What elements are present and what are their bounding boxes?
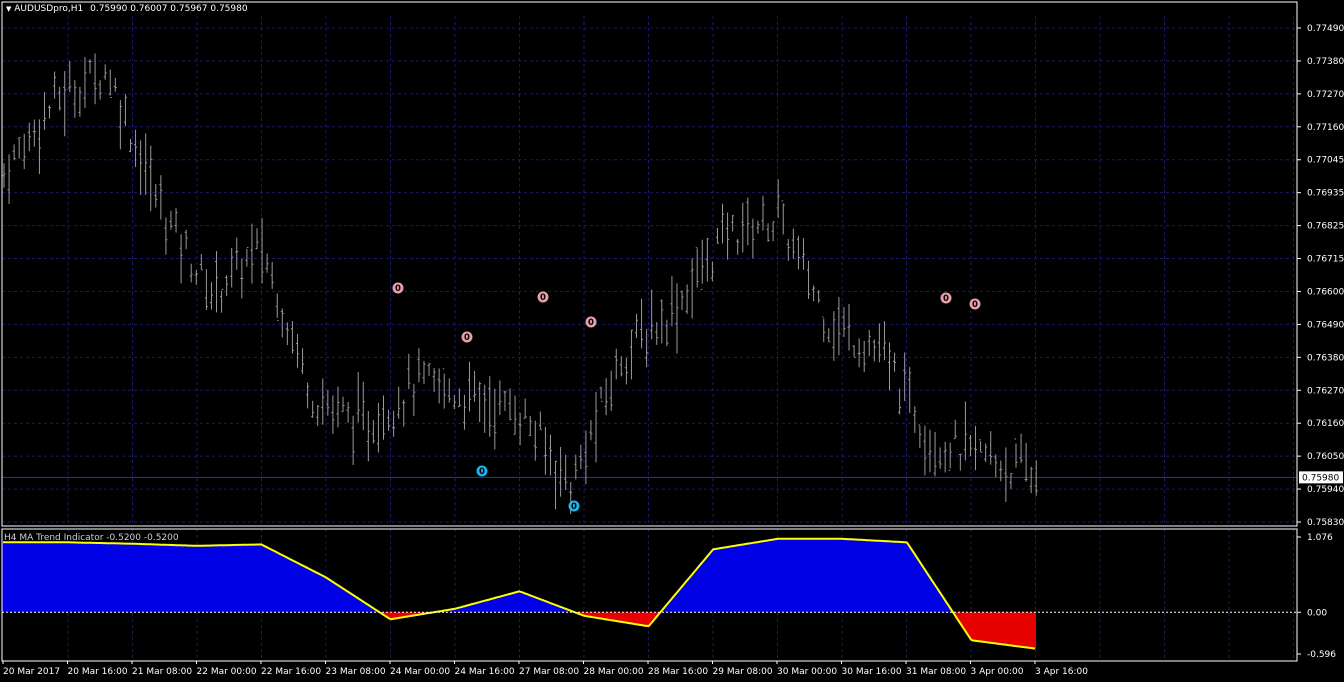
price-tick-label: 0.77380 — [1307, 57, 1344, 67]
fractal-marker-label: 0 — [540, 293, 546, 303]
ohlc-values: 0.75990 0.76007 0.75967 0.75980 — [90, 4, 248, 14]
price-tick-label: 0.76160 — [1307, 419, 1344, 429]
price-tick-label: 0.77490 — [1307, 24, 1344, 34]
time-tick-label: 20 Mar 16:00 — [68, 667, 128, 677]
indicator-tick-label: 0.00 — [1307, 608, 1327, 618]
indicator-label: H4 MA Trend Indicator -0.5200 -0.5200 — [4, 533, 179, 543]
current-price-label: 0.75980 — [1302, 473, 1339, 483]
price-tick-label: 0.76825 — [1307, 222, 1344, 232]
price-tick-label: 0.76490 — [1307, 320, 1344, 330]
price-tick-label: 0.77270 — [1307, 90, 1344, 100]
indicator-tick-label: 1.076 — [1307, 533, 1333, 543]
trading-chart[interactable]: 0 0 0 0 0 0 0 0 0.77490 0.77380 0.77270 0.77160 0.7… — [0, 0, 1344, 682]
time-tick-label: 29 Mar 08:00 — [713, 667, 773, 677]
fractal-marker-label: 0 — [464, 333, 470, 343]
price-tick-label: 0.76380 — [1307, 353, 1344, 363]
price-tick-label: 0.75940 — [1307, 485, 1344, 495]
price-tick-label: 0.77160 — [1307, 123, 1344, 133]
time-tick-label: 3 Apr 16:00 — [1035, 667, 1088, 677]
fractal-marker-label: 0 — [479, 467, 485, 477]
time-tick-label: 21 Mar 08:00 — [132, 667, 192, 677]
time-tick-label: 28 Mar 00:00 — [584, 667, 644, 677]
price-tick-label: 0.76050 — [1307, 452, 1344, 462]
time-tick-label: 28 Mar 16:00 — [648, 667, 708, 677]
price-tick-label: 0.76270 — [1307, 386, 1344, 396]
fractal-marker-label: 0 — [972, 300, 978, 310]
fractal-marker-label: 0 — [588, 318, 594, 328]
chart-menu-triangle-icon[interactable]: ▼ — [6, 5, 11, 13]
indicator-tick-label: -0.596 — [1307, 650, 1336, 660]
price-tick-label: 0.76935 — [1307, 189, 1344, 199]
chart-header: ▼ AUDUSDpro,H1 0.75990 0.76007 0.75967 0… — [6, 4, 248, 14]
price-tick-label: 0.77045 — [1307, 156, 1344, 166]
price-tick-label: 0.76600 — [1307, 287, 1344, 297]
fractal-marker-label: 0 — [395, 284, 401, 294]
symbol-label: AUDUSDpro,H1 — [14, 4, 84, 14]
time-tick-label: 3 Apr 00:00 — [971, 667, 1024, 677]
time-tick-label: 30 Mar 16:00 — [842, 667, 902, 677]
fractal-marker-label: 0 — [571, 502, 577, 512]
price-tick-label: 0.76715 — [1307, 255, 1344, 265]
time-tick-label: 30 Mar 00:00 — [777, 667, 837, 677]
time-tick-label: 23 Mar 08:00 — [326, 667, 386, 677]
price-tick-label: 0.75830 — [1307, 518, 1344, 528]
time-tick-label: 31 Mar 08:00 — [906, 667, 966, 677]
time-tick-label: 24 Mar 16:00 — [455, 667, 515, 677]
time-tick-label: 22 Mar 16:00 — [261, 667, 321, 677]
time-tick-label: 24 Mar 00:00 — [390, 667, 450, 677]
time-tick-label: 27 Mar 08:00 — [519, 667, 579, 677]
time-tick-label: 22 Mar 00:00 — [197, 667, 257, 677]
fractal-marker-label: 0 — [943, 294, 949, 304]
time-tick-label: 20 Mar 2017 — [3, 667, 60, 677]
